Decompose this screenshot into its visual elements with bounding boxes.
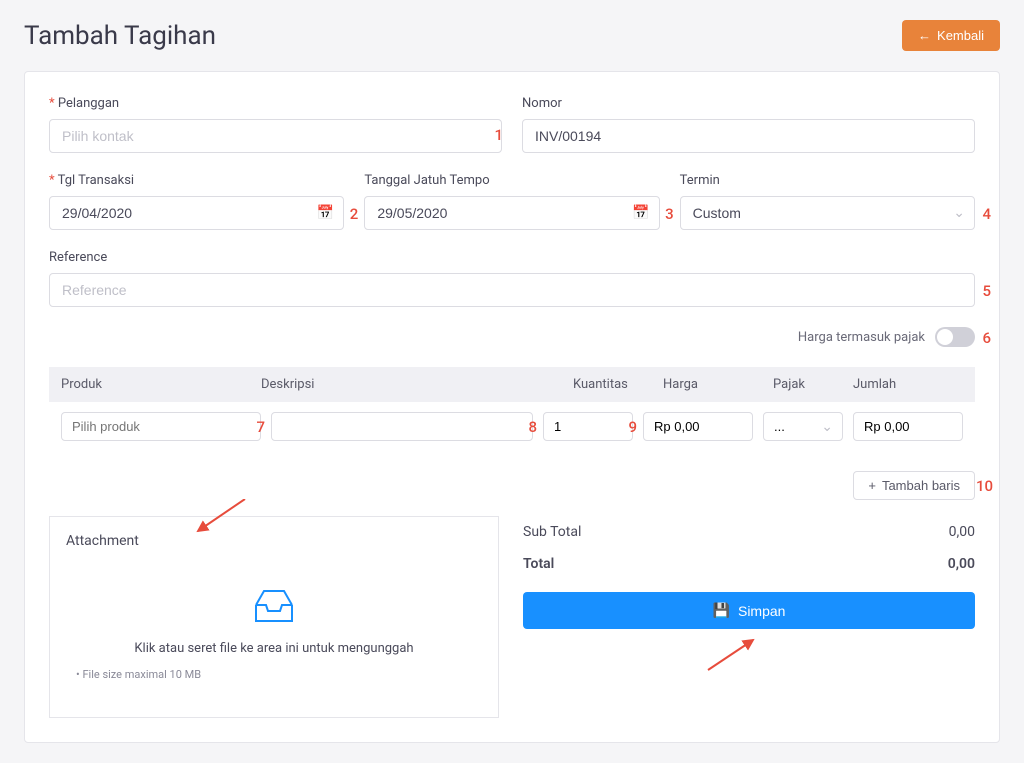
- col-pajak: Pajak: [773, 377, 853, 392]
- harga-pajak-toggle[interactable]: [935, 327, 975, 347]
- col-produk: Produk: [61, 377, 261, 392]
- back-button[interactable]: ← Kembali: [902, 20, 1000, 51]
- annotation-2: 2: [350, 205, 359, 223]
- tgl-transaksi-label: Tgl Transaksi: [49, 173, 344, 188]
- pelanggan-label: Pelanggan: [49, 96, 502, 111]
- form-card: Pelanggan 1 Nomor Tgl Transaksi 📅 2 Tang…: [24, 71, 1000, 743]
- col-harga: Harga: [663, 377, 773, 392]
- harga-pajak-label: Harga termasuk pajak: [798, 330, 925, 345]
- totals-panel: Sub Total 0,00 Total 0,00 💾 Simpan: [523, 516, 975, 718]
- annotation-3: 3: [665, 205, 674, 223]
- simpan-button[interactable]: 💾 Simpan: [523, 592, 975, 629]
- line-items-header: Produk Deskripsi Kuantitas Harga Pajak J…: [49, 367, 975, 402]
- jatuh-tempo-label: Tanggal Jatuh Tempo: [364, 173, 659, 188]
- simpan-label: Simpan: [738, 603, 785, 619]
- drop-instructions: Klik atau seret file ke area ini untuk m…: [76, 641, 472, 656]
- annotation-8: 8: [528, 418, 537, 436]
- subtotal-label: Sub Total: [523, 524, 581, 540]
- reference-label: Reference: [49, 250, 975, 265]
- annotation-6: 6: [982, 329, 991, 347]
- page-title: Tambah Tagihan: [24, 21, 216, 51]
- annotation-4: 4: [982, 205, 991, 223]
- deskripsi-input[interactable]: [271, 412, 533, 441]
- arrow-annotation: [190, 499, 250, 539]
- total-value: 0,00: [948, 556, 975, 572]
- col-deskripsi: Deskripsi: [261, 377, 573, 392]
- col-jumlah: Jumlah: [853, 377, 963, 392]
- plus-icon: +: [868, 478, 876, 493]
- tgl-transaksi-input[interactable]: [49, 196, 344, 230]
- produk-input[interactable]: [61, 412, 261, 441]
- termin-label: Termin: [680, 173, 975, 188]
- harga-input[interactable]: [643, 412, 753, 441]
- file-size-note: File size maximal 10 MB: [76, 668, 472, 681]
- back-label: Kembali: [937, 28, 984, 43]
- pajak-select[interactable]: [763, 412, 843, 441]
- arrow-left-icon: ←: [918, 28, 931, 43]
- annotation-7: 7: [256, 418, 265, 436]
- attachment-title: Attachment: [66, 533, 482, 549]
- jatuh-tempo-input[interactable]: [364, 196, 659, 230]
- nomor-input[interactable]: [522, 119, 975, 153]
- annotation-5: 5: [982, 282, 991, 300]
- reference-input[interactable]: [49, 273, 975, 307]
- tambah-baris-label: Tambah baris: [882, 478, 960, 493]
- subtotal-value: 0,00: [949, 524, 975, 540]
- pelanggan-input[interactable]: [49, 119, 502, 153]
- nomor-label: Nomor: [522, 96, 975, 111]
- annotation-9: 9: [628, 418, 637, 436]
- save-icon: 💾: [713, 602, 730, 619]
- qty-input[interactable]: [543, 412, 633, 441]
- line-item-row: 7 8 9 ⌄: [49, 402, 975, 451]
- jumlah-input[interactable]: [853, 412, 963, 441]
- tambah-baris-button[interactable]: + Tambah baris: [853, 471, 975, 500]
- col-kuantitas: Kuantitas: [573, 377, 663, 392]
- annotation-10: 10: [976, 477, 993, 495]
- total-label: Total: [523, 556, 554, 572]
- file-drop-zone[interactable]: Klik atau seret file ke area ini untuk m…: [66, 565, 482, 701]
- arrow-annotation: [703, 635, 763, 675]
- termin-select[interactable]: [680, 196, 975, 230]
- attachment-panel: Attachment Klik atau seret file ke area …: [49, 516, 499, 718]
- annotation-1: 1: [494, 126, 503, 144]
- inbox-icon: [76, 585, 472, 629]
